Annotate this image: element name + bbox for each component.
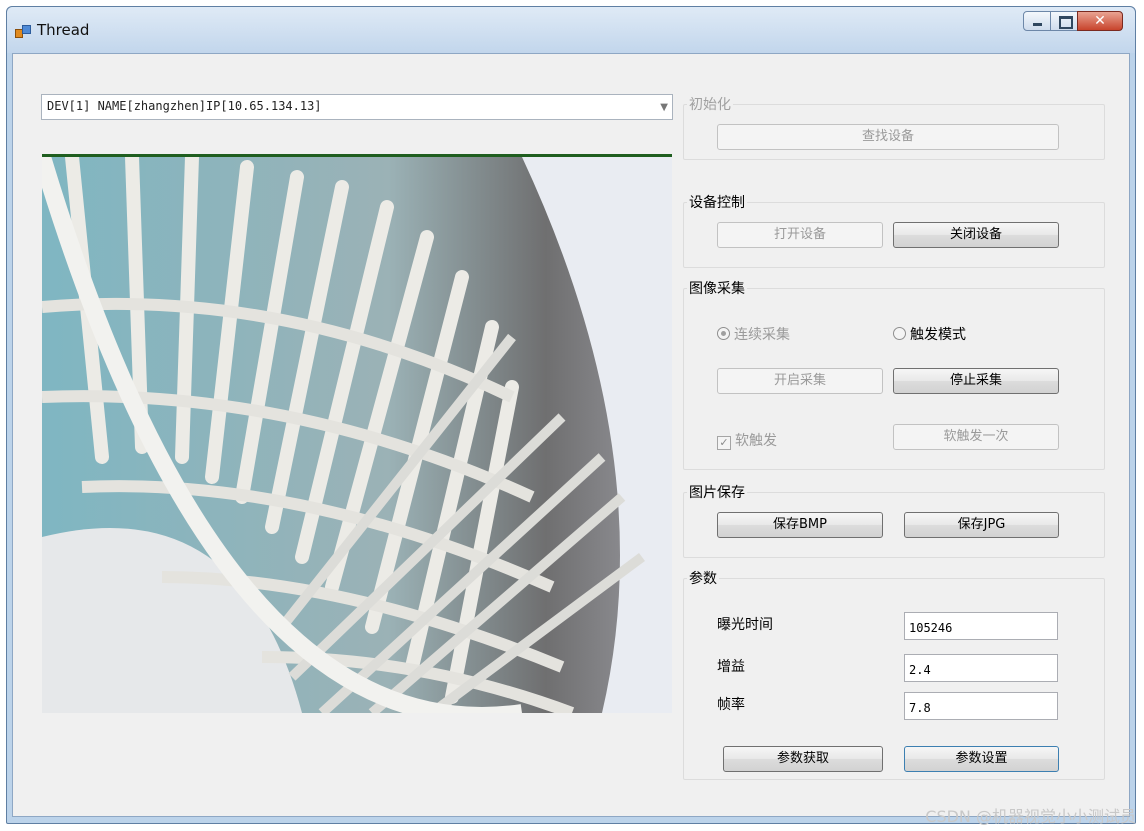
framerate-label: 帧率: [717, 697, 745, 713]
camera-image: [42, 157, 672, 713]
group-init-title: 初始化: [687, 94, 733, 114]
device-select[interactable]: DEV[1] NAME[zhangzhen]IP[10.65.134.13] ▼: [41, 94, 673, 120]
title-bar[interactable]: Thread ✕: [7, 7, 1135, 53]
group-acquisition-title: 图像采集: [687, 278, 747, 298]
save-jpg-button[interactable]: 保存JPG: [904, 512, 1059, 538]
device-select-value: DEV[1] NAME[zhangzhen]IP[10.65.134.13]: [47, 99, 322, 113]
checkbox-checked-icon: ✓: [717, 436, 731, 450]
trigger-mode-radio[interactable]: 触发模式: [893, 324, 966, 344]
maximize-button[interactable]: [1050, 11, 1078, 31]
find-device-button[interactable]: 查找设备: [717, 124, 1059, 150]
get-params-button[interactable]: 参数获取: [723, 746, 883, 772]
chevron-down-icon[interactable]: ▼: [660, 102, 668, 113]
framerate-input[interactable]: 7.8: [904, 692, 1058, 720]
save-bmp-button[interactable]: 保存BMP: [717, 512, 883, 538]
maximize-icon: [1059, 16, 1073, 29]
soft-trigger-checkbox[interactable]: ✓ 软触发: [717, 430, 777, 450]
exposure-label: 曝光时间: [717, 617, 773, 633]
gain-label: 增益: [717, 659, 745, 675]
continuous-radio[interactable]: 连续采集: [717, 324, 790, 344]
client-area: DEV[1] NAME[zhangzhen]IP[10.65.134.13] ▼: [12, 53, 1130, 817]
continuous-label: 连续采集: [734, 327, 790, 343]
exposure-input[interactable]: 105246: [904, 612, 1058, 640]
soft-trigger-once-button[interactable]: 软触发一次: [893, 424, 1059, 450]
minimize-button[interactable]: [1023, 11, 1051, 31]
soft-trigger-label: 软触发: [735, 433, 777, 449]
group-params-title: 参数: [687, 568, 719, 588]
close-icon: ✕: [1094, 13, 1106, 29]
watermark: CSDN @机器视觉小小测试员: [925, 807, 1136, 826]
set-params-button[interactable]: 参数设置: [904, 746, 1059, 772]
group-device-control-title: 设备控制: [687, 192, 747, 212]
start-grab-button[interactable]: 开启采集: [717, 368, 883, 394]
window-title: Thread: [37, 21, 90, 39]
app-icon: [15, 25, 31, 39]
trigger-mode-label: 触发模式: [910, 327, 966, 343]
minimize-icon: [1033, 23, 1042, 26]
open-device-button[interactable]: 打开设备: [717, 222, 883, 248]
window-controls: ✕: [1023, 11, 1123, 33]
group-save-title: 图片保存: [687, 482, 747, 502]
camera-preview: [42, 154, 672, 713]
radio-checked-icon: [717, 327, 730, 340]
close-device-button[interactable]: 关闭设备: [893, 222, 1059, 248]
radio-unchecked-icon: [893, 327, 906, 340]
gain-input[interactable]: 2.4: [904, 654, 1058, 682]
stop-grab-button[interactable]: 停止采集: [893, 368, 1059, 394]
app-window: Thread ✕ DEV[1] NAME[zhangzhen]IP[10.65.…: [6, 6, 1136, 824]
close-button[interactable]: ✕: [1077, 11, 1123, 31]
